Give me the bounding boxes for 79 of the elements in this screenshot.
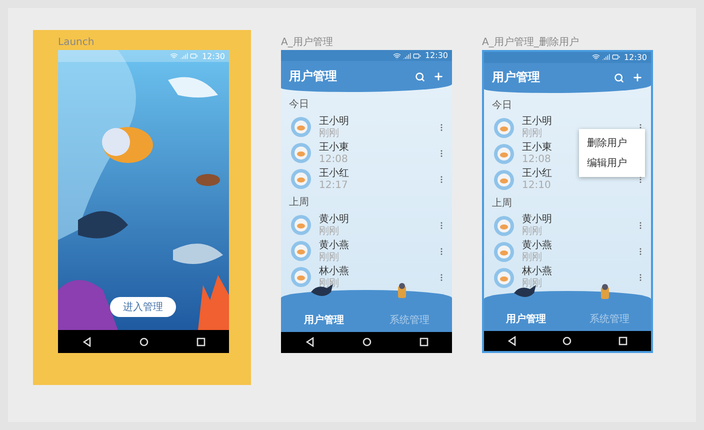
battery-icon bbox=[412, 52, 421, 60]
status-time: 12:30 bbox=[424, 51, 448, 60]
tab[interactable]: 系统管理 bbox=[366, 290, 452, 332]
diver-drawing bbox=[598, 282, 612, 301]
signal-icon bbox=[602, 53, 610, 62]
user-name: 黄小明 bbox=[319, 214, 349, 226]
menu-item[interactable]: 删除用户 bbox=[579, 133, 645, 153]
app-title: 用户管理 bbox=[289, 68, 338, 86]
avatar-icon bbox=[494, 268, 514, 288]
wifi-icon bbox=[392, 52, 401, 60]
avatar-icon bbox=[494, 242, 514, 262]
artboard-label: A_用户管理_删除用户 bbox=[482, 36, 580, 50]
user-name: 王小明 bbox=[522, 116, 552, 128]
user-name: 林小燕 bbox=[522, 266, 552, 278]
user-time: 刚刚 bbox=[522, 128, 542, 140]
user-name: 黄小明 bbox=[522, 214, 552, 226]
home-icon[interactable] bbox=[138, 336, 148, 346]
user-time: 12:10 bbox=[522, 180, 551, 192]
add-icon[interactable] bbox=[632, 72, 643, 84]
recents-icon[interactable] bbox=[418, 337, 428, 348]
avatar-icon bbox=[291, 117, 311, 138]
diver-drawing bbox=[395, 282, 409, 300]
back-icon[interactable] bbox=[304, 337, 314, 348]
wifi-icon bbox=[592, 53, 600, 62]
user-name: 王小红 bbox=[319, 168, 349, 180]
user-name: 王小東 bbox=[319, 142, 349, 154]
user-time: 12:17 bbox=[319, 180, 348, 191]
status-time: 12:30 bbox=[202, 52, 225, 60]
user-time: 刚刚 bbox=[319, 128, 339, 139]
avatar-icon bbox=[494, 170, 514, 190]
user-name: 林小燕 bbox=[319, 266, 349, 278]
back-icon[interactable] bbox=[82, 336, 92, 346]
tab[interactable]: 用户管理 bbox=[484, 290, 568, 331]
avatar-icon bbox=[291, 241, 311, 262]
search-icon[interactable] bbox=[415, 72, 425, 82]
add-icon[interactable] bbox=[433, 71, 444, 82]
signal-icon bbox=[180, 52, 188, 60]
artboard-label: Launch bbox=[58, 36, 96, 50]
section-header: 上周 bbox=[491, 196, 513, 211]
user-time: 刚刚 bbox=[522, 252, 542, 264]
user-time: 刚刚 bbox=[522, 278, 542, 290]
app-title: 用户管理 bbox=[492, 69, 541, 86]
battery-icon bbox=[190, 52, 198, 60]
menu-item[interactable]: 编辑用户 bbox=[579, 153, 645, 173]
user-name: 黄小燕 bbox=[319, 240, 349, 252]
battery-icon bbox=[612, 53, 620, 62]
section-header: 今日 bbox=[491, 98, 513, 113]
avatar-icon bbox=[494, 216, 514, 236]
user-name: 黄小燕 bbox=[522, 240, 552, 252]
avatar-icon bbox=[291, 267, 311, 288]
section-header: 今日 bbox=[288, 98, 310, 112]
user-time: 刚刚 bbox=[319, 278, 339, 289]
user-name: 王小明 bbox=[319, 116, 349, 128]
recents-icon[interactable] bbox=[196, 336, 206, 346]
user-name: 王小東 bbox=[522, 142, 552, 154]
status-time: 12:30 bbox=[624, 52, 647, 62]
home-icon[interactable] bbox=[562, 336, 572, 346]
tab[interactable]: 系统管理 bbox=[568, 290, 651, 331]
search-icon[interactable] bbox=[614, 72, 624, 83]
back-icon[interactable] bbox=[506, 336, 517, 346]
user-time: 12:08 bbox=[522, 154, 551, 166]
avatar-icon bbox=[494, 144, 514, 164]
user-time: 刚刚 bbox=[522, 226, 542, 238]
avatar-icon bbox=[291, 169, 311, 190]
enter-button[interactable]: 进入管理 bbox=[110, 297, 176, 317]
avatar-icon bbox=[494, 118, 514, 138]
user-time: 刚刚 bbox=[319, 252, 339, 263]
avatar-icon bbox=[291, 143, 311, 164]
user-time: 12:08 bbox=[319, 154, 348, 165]
tab[interactable]: 用户管理 bbox=[281, 290, 366, 332]
user-time: 刚刚 bbox=[319, 226, 339, 237]
user-name: 王小红 bbox=[522, 168, 552, 180]
wifi-icon bbox=[170, 52, 178, 60]
section-header: 上周 bbox=[288, 196, 310, 210]
artboard-label: A_用户管理 bbox=[281, 36, 334, 50]
avatar-icon bbox=[291, 215, 311, 236]
recents-icon[interactable] bbox=[618, 336, 628, 346]
home-icon[interactable] bbox=[362, 337, 372, 348]
signal-icon bbox=[402, 52, 411, 60]
